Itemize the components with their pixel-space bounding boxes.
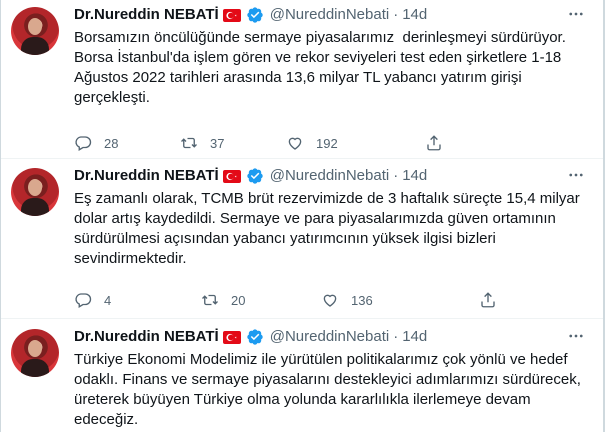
timestamp[interactable]: 14d [402, 5, 427, 25]
share-button[interactable] [425, 133, 443, 153]
reply-button[interactable]: 4 [74, 290, 111, 310]
retweet-count: 20 [231, 292, 246, 308]
reply-button[interactable]: 28 [74, 133, 118, 153]
avatar[interactable] [11, 7, 59, 55]
author-name[interactable]: Dr.Nureddin NEBATİ [74, 5, 219, 25]
author-handle[interactable]: @NureddinNebati [270, 327, 389, 347]
tweet-2[interactable]: Dr.Nureddin NEBATİ @NureddinNebati · 14d… [1, 158, 603, 319]
separator-dot: · [393, 328, 399, 345]
reply-count: 28 [104, 135, 119, 151]
tweet-actions: 28 37 192 [74, 133, 594, 153]
like-icon [323, 294, 337, 307]
tweet-header: Dr.Nureddin NEBATİ @NureddinNebati · 14d [74, 166, 427, 186]
avatar[interactable] [11, 168, 59, 216]
author-handle[interactable]: @NureddinNebati [270, 166, 389, 186]
retweet-icon [202, 294, 218, 306]
retweet-icon [181, 137, 197, 149]
retweet-count: 37 [210, 135, 225, 151]
separator-dot: · [393, 167, 399, 184]
separator-dot: · [393, 6, 399, 23]
tweet-3[interactable]: Dr.Nureddin NEBATİ @NureddinNebati · 14d… [1, 319, 603, 439]
share-icon [427, 135, 441, 151]
reply-icon [75, 136, 92, 151]
more-options-icon[interactable] [563, 162, 589, 188]
tweet-text: Eş zamanlı olarak, TCMB brüt rezervimizd… [74, 190, 580, 267]
verified-badge-icon [247, 168, 263, 184]
reply-icon [75, 293, 92, 308]
retweet-button[interactable]: 37 [180, 133, 224, 153]
avatar[interactable] [11, 329, 59, 377]
more-options-icon[interactable] [563, 1, 589, 27]
tweet-text: Türkiye Ekonomi Modelimiz ile yürütülen … [74, 351, 581, 428]
tweet-actions: 4 20 136 [74, 290, 594, 310]
like-button[interactable]: 192 [286, 133, 338, 153]
author-handle[interactable]: @NureddinNebati [270, 5, 389, 25]
reply-count: 4 [104, 292, 112, 308]
timestamp[interactable]: 14d [402, 327, 427, 347]
retweet-button[interactable]: 20 [201, 290, 245, 310]
author-name[interactable]: Dr.Nureddin NEBATİ [74, 166, 219, 186]
like-count: 136 [351, 292, 373, 308]
turkey-flag-icon [222, 330, 241, 344]
tweet-1[interactable]: Dr.Nureddin NEBATİ @NureddinNebati · 14d… [1, 0, 603, 159]
tweet-header: Dr.Nureddin NEBATİ @NureddinNebati · 14d [74, 5, 427, 25]
timestamp[interactable]: 14d [402, 166, 427, 186]
like-count: 192 [316, 135, 338, 151]
turkey-flag-icon [222, 8, 241, 22]
more-options-icon[interactable] [563, 323, 589, 349]
verified-badge-icon [247, 7, 263, 23]
author-name[interactable]: Dr.Nureddin NEBATİ [74, 327, 219, 347]
share-button[interactable] [479, 290, 497, 310]
tweet-text: Borsamızın öncülüğünde sermaye piyasalar… [74, 29, 566, 106]
verified-badge-icon [247, 329, 263, 345]
turkey-flag-icon [222, 169, 241, 183]
share-icon [481, 292, 495, 308]
like-icon [288, 137, 302, 150]
tweet-header: Dr.Nureddin NEBATİ @NureddinNebati · 14d [74, 327, 427, 347]
like-button[interactable]: 136 [321, 290, 373, 310]
